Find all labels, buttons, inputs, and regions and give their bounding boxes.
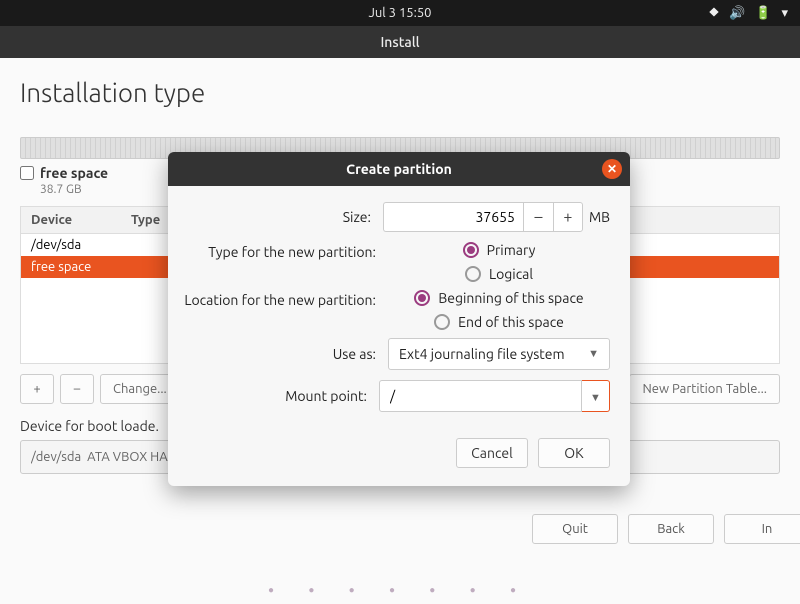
- useas-label: Use as:: [176, 346, 388, 362]
- mount-point-input[interactable]: [379, 380, 582, 412]
- ok-button[interactable]: OK: [538, 438, 610, 468]
- dialog-footer: Cancel OK: [168, 438, 630, 486]
- size-increment-button[interactable]: +: [553, 202, 583, 232]
- radio-icon: [434, 314, 450, 330]
- radio-icon: [465, 266, 481, 282]
- radio-end[interactable]: End of this space: [434, 314, 564, 330]
- radio-primary[interactable]: Primary: [463, 242, 536, 258]
- radio-icon: [463, 242, 479, 258]
- modal-overlay: Create partition ✕ Size: – + MB Type for…: [0, 0, 800, 604]
- cancel-button[interactable]: Cancel: [456, 438, 528, 468]
- radio-icon: [414, 290, 430, 306]
- size-input[interactable]: [383, 202, 523, 232]
- mount-point-dropdown-button[interactable]: ▼: [582, 380, 610, 412]
- chevron-down-icon: ▼: [588, 348, 599, 360]
- dialog-title: Create partition: [346, 161, 452, 177]
- size-spinner: – +: [383, 202, 583, 232]
- size-decrement-button[interactable]: –: [523, 202, 553, 232]
- useas-select[interactable]: Ext4 journaling file system ▼: [388, 338, 610, 370]
- chevron-down-icon: ▼: [590, 392, 601, 404]
- dialog-titlebar: Create partition ✕: [168, 152, 630, 186]
- type-label: Type for the new partition:: [176, 242, 388, 260]
- mount-label: Mount point:: [176, 388, 379, 404]
- close-icon[interactable]: ✕: [602, 159, 622, 179]
- size-unit: MB: [589, 209, 610, 225]
- size-label: Size:: [176, 209, 383, 225]
- radio-logical[interactable]: Logical: [465, 266, 533, 282]
- location-label: Location for the new partition:: [176, 290, 388, 308]
- radio-beginning[interactable]: Beginning of this space: [414, 290, 583, 306]
- create-partition-dialog: Create partition ✕ Size: – + MB Type for…: [168, 152, 630, 486]
